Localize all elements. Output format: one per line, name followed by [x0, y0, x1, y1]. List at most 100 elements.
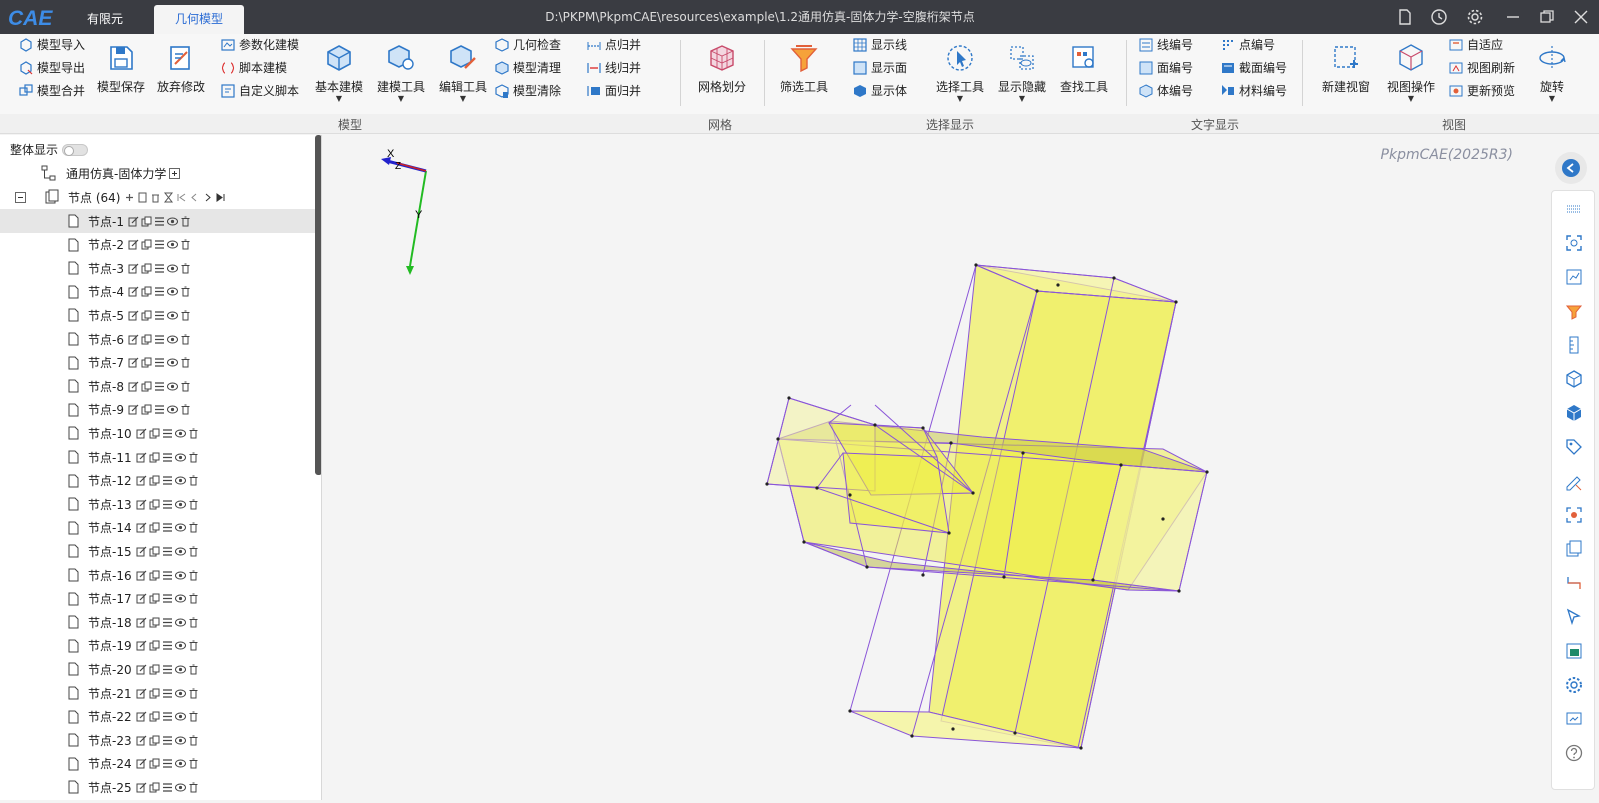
- copy-icon[interactable]: [149, 758, 160, 769]
- tree-node-item[interactable]: 节点-5: [0, 303, 318, 327]
- list-icon[interactable]: [162, 593, 173, 604]
- copy-icon[interactable]: [141, 263, 152, 274]
- overall-display-toggle[interactable]: 整体显示: [10, 141, 89, 158]
- copy-icon[interactable]: [149, 593, 160, 604]
- selection-tools-button[interactable]: 选择工具 ▼: [928, 40, 992, 110]
- eye-icon[interactable]: [174, 522, 186, 533]
- collapse-minus-icon[interactable]: [15, 191, 26, 203]
- close-icon[interactable]: [1572, 8, 1590, 26]
- collapse-toolbar-button[interactable]: [1555, 152, 1587, 184]
- edit-icon[interactable]: [136, 664, 147, 675]
- line-number-button[interactable]: 线编号: [1138, 34, 1193, 56]
- previous-page-icon[interactable]: [189, 192, 200, 203]
- list-icon[interactable]: [154, 404, 165, 415]
- eye-icon[interactable]: [166, 263, 178, 274]
- toggle-switch[interactable]: [62, 143, 89, 156]
- eye-icon[interactable]: [174, 617, 186, 628]
- face-merge-button[interactable]: 面归并: [586, 80, 641, 102]
- cube-solid-icon[interactable]: [1564, 403, 1584, 423]
- model-save-button[interactable]: 模型保存: [90, 40, 152, 110]
- eye-icon[interactable]: [174, 570, 186, 581]
- find-tools-button[interactable]: 查找工具: [1052, 40, 1116, 110]
- copy-icon[interactable]: [137, 192, 148, 203]
- delete-icon[interactable]: [180, 286, 191, 297]
- edit-icon[interactable]: [128, 357, 139, 368]
- line-merge-button[interactable]: 线归并: [586, 57, 641, 79]
- delete-icon[interactable]: [180, 381, 191, 392]
- copy-icon[interactable]: [141, 310, 152, 321]
- copy-icon[interactable]: [149, 428, 160, 439]
- edit-icon[interactable]: [136, 711, 147, 722]
- ruler-icon[interactable]: [1564, 335, 1584, 355]
- eye-icon[interactable]: [166, 286, 178, 297]
- gear-icon[interactable]: [1564, 675, 1584, 695]
- eye-icon[interactable]: [166, 216, 178, 227]
- zoom-region-icon[interactable]: [1564, 505, 1584, 525]
- truss-joint-model[interactable]: [766, 264, 1208, 749]
- eye-icon[interactable]: [166, 310, 178, 321]
- cube-outline-icon[interactable]: [1564, 369, 1584, 389]
- parametric-modeling-button[interactable]: 参数化建模: [220, 34, 299, 56]
- delete-icon[interactable]: [150, 192, 161, 203]
- eye-icon[interactable]: [166, 357, 178, 368]
- edit-icon[interactable]: [128, 239, 139, 250]
- list-icon[interactable]: [154, 357, 165, 368]
- tab-geometry-model[interactable]: 几何模型: [154, 5, 244, 34]
- list-icon[interactable]: [162, 475, 173, 486]
- list-icon[interactable]: [162, 758, 173, 769]
- edit-icon[interactable]: [136, 617, 147, 628]
- eye-icon[interactable]: [174, 452, 186, 463]
- copy-icon[interactable]: [149, 617, 160, 628]
- fit-all-icon[interactable]: [1564, 233, 1584, 253]
- edit-icon[interactable]: [128, 404, 139, 415]
- delete-icon[interactable]: [188, 546, 199, 557]
- list-icon[interactable]: [162, 570, 173, 581]
- eye-icon[interactable]: [174, 428, 186, 439]
- model-merge-button[interactable]: 模型合并: [18, 80, 85, 102]
- tree-node-item[interactable]: 节点-2: [0, 233, 318, 257]
- list-icon[interactable]: [154, 310, 165, 321]
- tree-node-item[interactable]: 节点-25: [0, 775, 318, 799]
- copy-icon[interactable]: [149, 711, 160, 722]
- screenshot-icon[interactable]: [1564, 709, 1584, 729]
- next-page-icon[interactable]: [202, 192, 213, 203]
- face-number-button[interactable]: 面编号: [1138, 57, 1193, 79]
- tree-node-item[interactable]: 节点-18: [0, 610, 318, 634]
- tree-node-item[interactable]: 节点-14: [0, 516, 318, 540]
- copy-icon[interactable]: [141, 286, 152, 297]
- list-icon[interactable]: [154, 286, 165, 297]
- eye-icon[interactable]: [174, 664, 186, 675]
- eye-icon[interactable]: [174, 782, 186, 793]
- custom-script-button[interactable]: 自定义脚本: [220, 80, 299, 102]
- copy-icon[interactable]: [149, 664, 160, 675]
- eye-icon[interactable]: [174, 640, 186, 651]
- delete-icon[interactable]: [188, 452, 199, 463]
- eye-icon[interactable]: [174, 711, 186, 722]
- copy-icon[interactable]: [149, 522, 160, 533]
- list-icon[interactable]: [162, 735, 173, 746]
- transfer-icon[interactable]: [1564, 573, 1584, 593]
- copy-icon[interactable]: [149, 640, 160, 651]
- tree-node-item[interactable]: 节点-1: [0, 209, 318, 233]
- duplicate-view-icon[interactable]: [1564, 539, 1584, 559]
- copy-icon[interactable]: [149, 735, 160, 746]
- minimize-icon[interactable]: [1504, 8, 1522, 26]
- eye-icon[interactable]: [174, 475, 186, 486]
- model-canvas[interactable]: X Z Y: [323, 135, 1543, 800]
- delete-icon[interactable]: [188, 735, 199, 746]
- tree-node-item[interactable]: 节点-7: [0, 351, 318, 375]
- eye-icon[interactable]: [174, 735, 186, 746]
- delete-icon[interactable]: [188, 617, 199, 628]
- tag-icon[interactable]: [1564, 437, 1584, 457]
- copy-icon[interactable]: [141, 357, 152, 368]
- model-export-button[interactable]: 模型导出: [18, 57, 85, 79]
- tree-node-item[interactable]: 节点-3: [0, 256, 318, 280]
- help-question-icon[interactable]: [1564, 743, 1584, 763]
- delete-icon[interactable]: [180, 216, 191, 227]
- delete-icon[interactable]: [188, 570, 199, 581]
- edit-icon[interactable]: [128, 286, 139, 297]
- eye-icon[interactable]: [166, 334, 178, 345]
- delete-icon[interactable]: [180, 239, 191, 250]
- tree-node-item[interactable]: 节点-13: [0, 492, 318, 516]
- edit-icon[interactable]: [136, 522, 147, 533]
